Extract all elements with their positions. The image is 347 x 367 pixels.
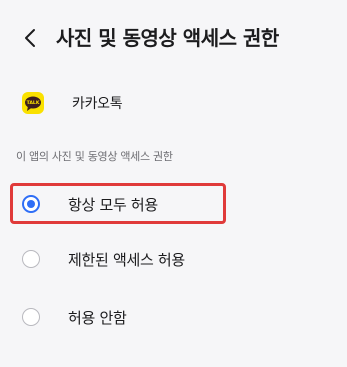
kakaotalk-icon-text: TALK xyxy=(27,100,40,106)
option-allow-all[interactable]: 항상 모두 허용 xyxy=(10,184,325,224)
option-deny[interactable]: 허용 안함 xyxy=(10,297,325,337)
radio-button-selected[interactable] xyxy=(22,195,40,213)
chevron-left-icon xyxy=(25,29,35,47)
radio-button[interactable] xyxy=(22,250,40,268)
option-label: 항상 모두 허용 xyxy=(68,195,158,214)
kakaotalk-icon: TALK xyxy=(22,92,44,114)
option-label: 제한된 액세스 허용 xyxy=(68,250,185,269)
radio-button[interactable] xyxy=(22,308,40,326)
app-info-row: TALK 카카오톡 xyxy=(22,90,123,116)
section-label: 이 앱의 사진 및 동영상 액세스 권한 xyxy=(16,150,173,163)
option-label: 허용 안함 xyxy=(68,308,127,327)
back-button[interactable] xyxy=(18,24,42,52)
page-title: 사진 및 동영상 액세스 권한 xyxy=(56,26,279,50)
app-name: 카카오톡 xyxy=(72,96,123,112)
header: 사진 및 동영상 액세스 권한 xyxy=(0,18,347,58)
option-limited-access[interactable]: 제한된 액세스 허용 xyxy=(10,239,325,279)
